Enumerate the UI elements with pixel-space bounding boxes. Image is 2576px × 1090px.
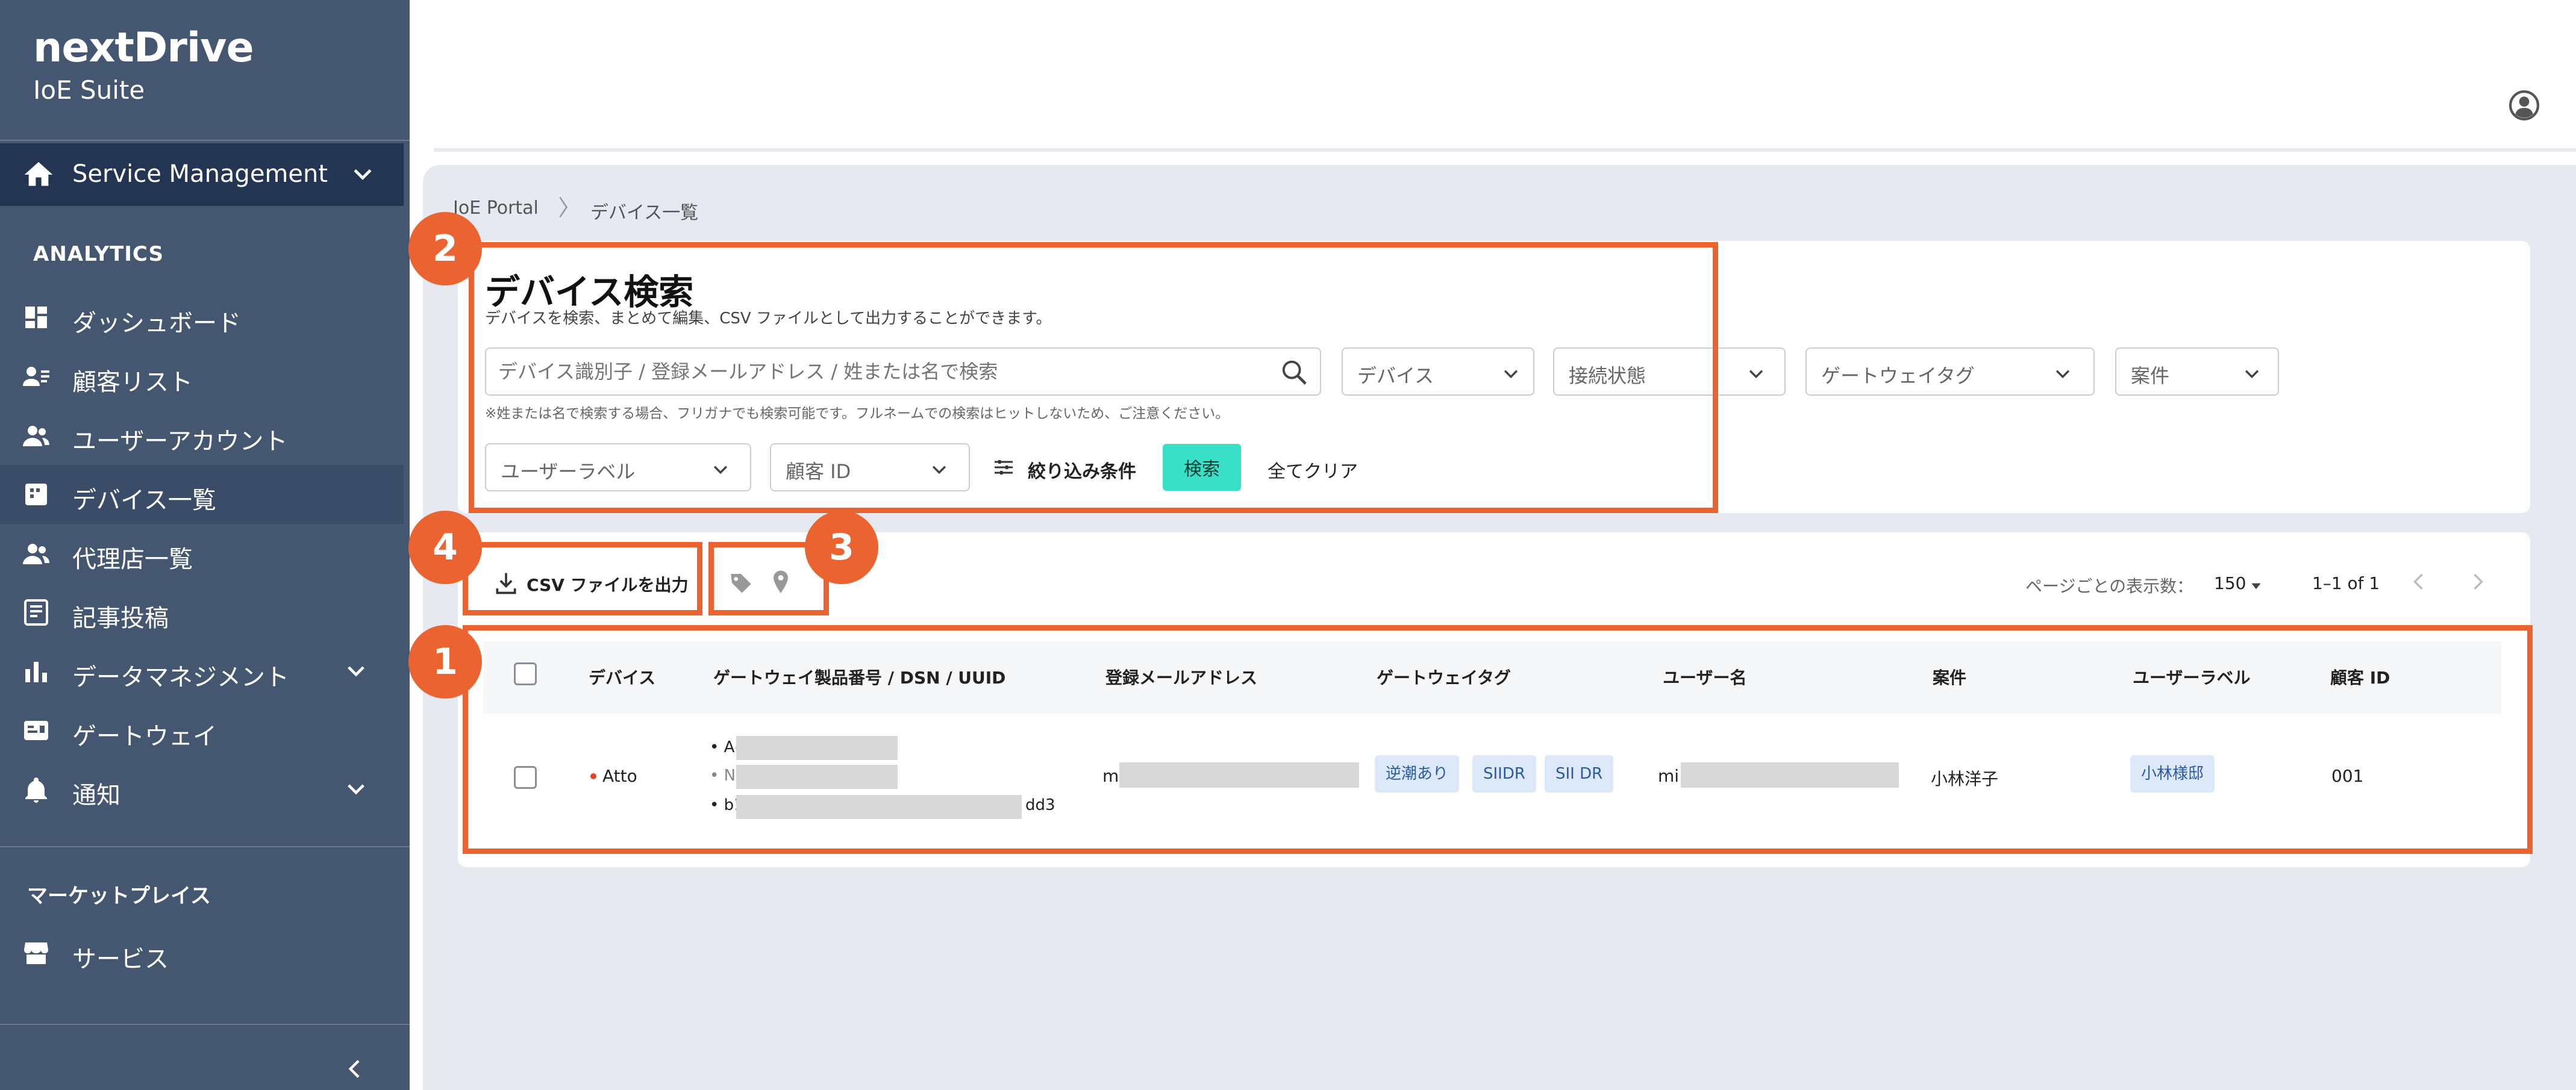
collapse-sidebar-icon[interactable]: [343, 1057, 367, 1081]
sidebar-item-label: 通知: [72, 782, 120, 809]
sidebar-item-data-management[interactable]: データマネジメント: [0, 642, 404, 701]
sidebar-item-articles[interactable]: 記事投稿: [0, 583, 404, 642]
sidebar-item-label: ダッシュボード: [72, 310, 241, 337]
chevron-down-icon: [348, 784, 364, 795]
sidebar-item-dashboard[interactable]: ダッシュボード: [0, 288, 404, 347]
store-icon: [24, 942, 48, 964]
sidebar-item-label: 記事投稿: [72, 605, 169, 632]
gateway-tag-dropdown[interactable]: ゲートウェイタグ: [1805, 347, 2095, 396]
customer-list-icon: [23, 367, 49, 386]
chevron-down-icon: [2055, 370, 2070, 379]
sidebar-item-devices[interactable]: デバイス一覧: [0, 465, 404, 524]
service-management-menu[interactable]: Service Management: [0, 143, 404, 206]
pagination-range: 1–1 of 1: [2312, 573, 2380, 593]
breadcrumb-current: デバイス一覧: [590, 202, 699, 223]
sidebar-item-label: データマネジメント: [72, 664, 289, 691]
sidebar-item-label: サービス: [72, 945, 169, 973]
chevron-down-icon: [1749, 370, 1763, 379]
sidebar-item-customers[interactable]: 顧客リスト: [0, 347, 404, 406]
sidebar-divider: [0, 1024, 410, 1025]
sidebar-item-services[interactable]: サービス: [0, 924, 404, 983]
bar-chart-icon: [25, 662, 47, 682]
callout-badge-3: 3: [805, 511, 878, 584]
next-page-icon[interactable]: [2466, 571, 2488, 593]
sidebar: nextDrive IoE Suite Service Management A…: [0, 0, 410, 1090]
chevron-down-icon: [2245, 370, 2259, 379]
brand-logo: nextDrive: [33, 24, 254, 72]
callout-badge-2: 2: [408, 212, 482, 285]
sidebar-item-agencies[interactable]: 代理店一覧: [0, 524, 404, 583]
home-icon: [24, 162, 53, 186]
dropdown-label: 案件: [2131, 364, 2170, 387]
users-icon: [23, 426, 49, 446]
highlight-search-area: [469, 242, 1718, 513]
sidebar-item-notifications[interactable]: 通知: [0, 760, 404, 819]
brand-product: IoE Suite: [33, 75, 145, 105]
header-divider: [434, 148, 2576, 152]
per-page-label: ページごとの表示数：: [2025, 576, 2194, 596]
gateway-icon: [24, 721, 48, 740]
caret-down-icon[interactable]: [2248, 578, 2264, 594]
account-avatar-icon[interactable]: [2509, 90, 2539, 120]
sidebar-item-label: デバイス一覧: [72, 487, 216, 514]
previous-page-icon[interactable]: [2409, 571, 2430, 593]
sidebar-item-user-accounts[interactable]: ユーザーアカウント: [0, 406, 404, 465]
chevron-down-icon: [354, 169, 372, 180]
sidebar-item-gateway[interactable]: ゲートウェイ: [0, 701, 404, 760]
highlight-csv-export: [463, 542, 702, 615]
section-label-analytics: ANALYTICS: [33, 242, 164, 266]
sidebar-item-label: 代理店一覧: [72, 546, 193, 573]
agency-icon: [23, 544, 49, 564]
sidebar-item-label: 顧客リスト: [72, 369, 193, 396]
sidebar-item-label: ユーザーアカウント: [72, 428, 288, 455]
sidebar-divider: [0, 140, 410, 141]
project-dropdown[interactable]: 案件: [2115, 347, 2279, 396]
bell-icon: [25, 777, 47, 803]
section-label-marketplace: マーケットプレイス: [27, 884, 211, 908]
dropdown-label: ゲートウェイタグ: [1821, 364, 1975, 387]
sidebar-item-label: ゲートウェイ: [72, 723, 217, 750]
callout-badge-4: 4: [408, 511, 482, 584]
sidebar-divider: [0, 846, 410, 847]
callout-badge-1: 1: [408, 625, 482, 699]
chevron-right-icon: [559, 196, 568, 218]
service-management-label: Service Management: [72, 160, 328, 188]
article-icon: [24, 599, 48, 626]
device-icon: [25, 484, 47, 505]
highlight-results-table: [463, 625, 2533, 854]
chevron-down-icon: [348, 666, 364, 677]
per-page-select[interactable]: 150: [2214, 573, 2246, 593]
dashboard-icon: [25, 307, 47, 328]
breadcrumb-root[interactable]: IoE Portal: [453, 198, 539, 219]
